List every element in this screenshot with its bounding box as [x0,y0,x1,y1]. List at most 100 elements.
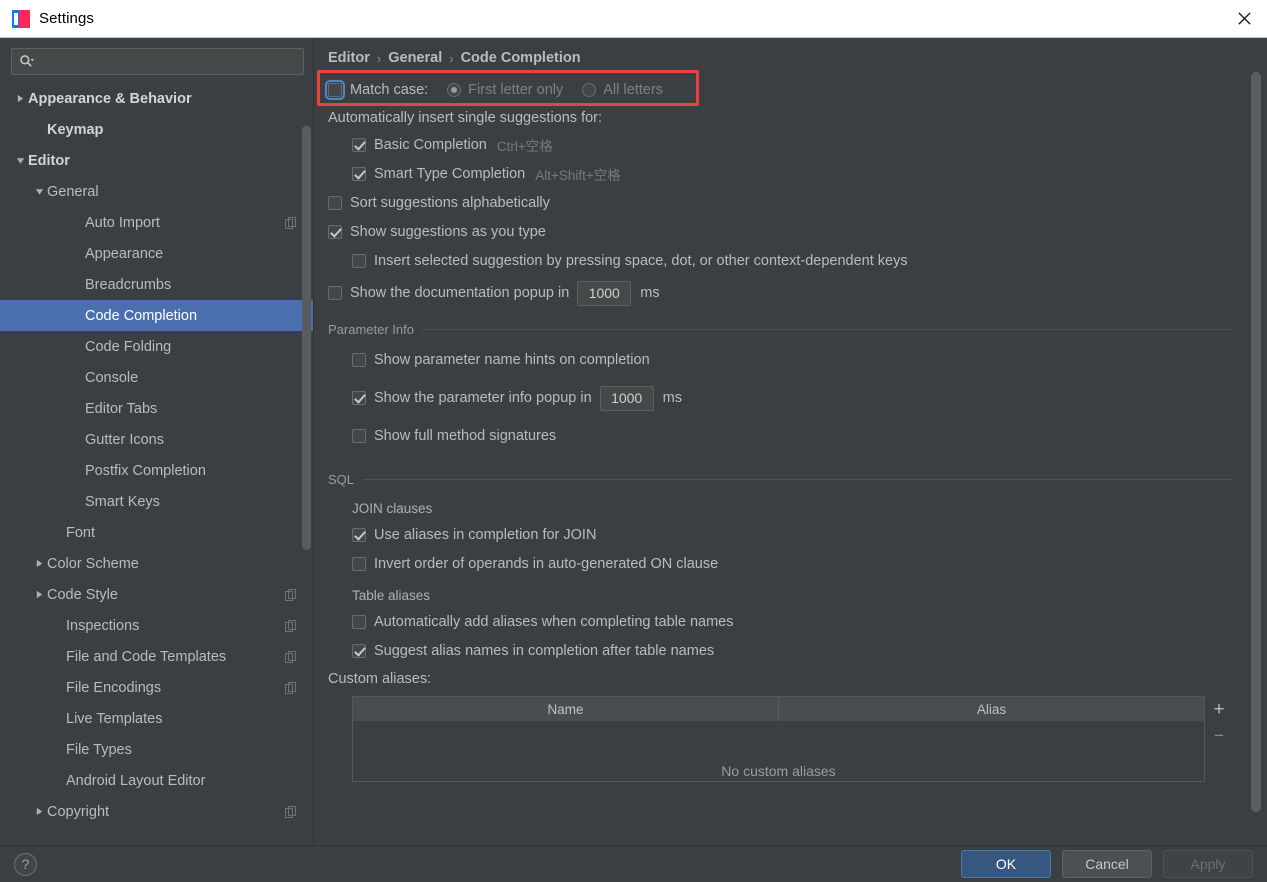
sidebar-item-code-completion[interactable]: Code Completion [0,300,313,331]
sidebar-item-label: Appearance & Behavior [28,90,192,107]
smart-type-completion-row[interactable]: Smart Type Completion Alt+Shift+空格 [352,159,1233,188]
sidebar-item-font[interactable]: Font [0,517,313,548]
chevron-right-icon[interactable] [31,559,47,568]
sort-suggestions-label: Sort suggestions alphabetically [350,194,550,211]
copy-settings-icon[interactable] [285,650,299,663]
param-popup-checkbox[interactable] [352,391,366,405]
sidebar-item-file-types[interactable]: File Types [0,734,313,765]
breadcrumb-part-2[interactable]: General [388,50,442,66]
chevron-right-icon[interactable] [31,807,47,816]
settings-tree[interactable]: Appearance & Behavior Keymap Editor General… [0,81,313,845]
sidebar-item-general[interactable]: General [0,176,313,207]
suggest-alias-names-row[interactable]: Suggest alias names in completion after … [352,636,1233,665]
content-scrollbar[interactable] [1251,44,1261,839]
first-letter-only-radio[interactable] [447,82,462,97]
sidebar-item-keymap[interactable]: Keymap [0,114,313,145]
table-empty-state: No custom aliases [721,763,836,779]
sidebar-item-editor-tabs[interactable]: Editor Tabs [0,393,313,424]
search-box[interactable] [11,48,304,75]
auto-add-aliases-checkbox[interactable] [352,614,366,629]
sidebar-item-label: Console [85,369,139,386]
cancel-button[interactable]: Cancel [1062,850,1152,878]
sidebar-item-live-templates[interactable]: Live Templates [0,703,313,734]
show-suggestions-row[interactable]: Show suggestions as you type [328,217,1233,246]
basic-completion-row[interactable]: Basic Completion Ctrl+空格 [352,130,1233,159]
sidebar-item-inspections[interactable]: Inspections [0,610,313,641]
chevron-right-icon[interactable] [12,94,28,103]
breadcrumb-part-3[interactable]: Code Completion [461,50,581,66]
sidebar-item-code-style[interactable]: Code Style [0,579,313,610]
auto-add-aliases-row[interactable]: Automatically add aliases when completin… [352,607,1233,636]
full-signatures-checkbox[interactable] [352,429,366,443]
search-icon [19,54,34,69]
auto-insert-header-row: Automatically insert single suggestions … [328,105,1233,130]
match-case-row[interactable]: Match case: First letter only All letter… [325,74,1233,105]
sidebar-item-file-and-code-templates[interactable]: File and Code Templates [0,641,313,672]
sort-suggestions-checkbox[interactable] [328,195,342,210]
close-icon[interactable] [1221,0,1267,37]
sidebar-item-label: Auto Import [85,214,160,231]
show-suggestions-checkbox[interactable] [328,224,342,239]
full-signatures-row[interactable]: Show full method signatures [352,417,1233,455]
match-case-checkbox[interactable] [325,79,345,100]
remove-alias-button[interactable]: − [1206,722,1232,748]
copy-settings-icon[interactable] [285,216,299,229]
use-aliases-join-row[interactable]: Use aliases in completion for JOIN [352,520,1233,549]
sidebar-scrollbar[interactable] [302,126,311,550]
sidebar-item-copyright[interactable]: Copyright [0,796,313,827]
smart-type-completion-checkbox[interactable] [352,166,366,181]
param-hints-row[interactable]: Show parameter name hints on completion [352,341,1233,379]
section-divider [422,329,1233,330]
custom-aliases-table[interactable]: Name Alias No custom aliases [352,696,1205,782]
insert-selected-row[interactable]: Insert selected suggestion by pressing s… [352,246,1233,275]
sidebar-item-file-encodings[interactable]: File Encodings [0,672,313,703]
parameter-info-section-title: Parameter Info [328,322,1233,337]
invert-operands-row[interactable]: Invert order of operands in auto-generat… [352,549,1233,578]
ok-button[interactable]: OK [961,850,1051,878]
chevron-down-icon[interactable] [12,156,28,165]
insert-selected-checkbox[interactable] [352,253,366,268]
sidebar-item-smart-keys[interactable]: Smart Keys [0,486,313,517]
sidebar-item-color-scheme[interactable]: Color Scheme [0,548,313,579]
sidebar-item-appearance-behavior[interactable]: Appearance & Behavior [0,83,313,114]
breadcrumb-part-1[interactable]: Editor [328,50,370,66]
sidebar-item-editor[interactable]: Editor [0,145,313,176]
copy-settings-icon[interactable] [285,681,299,694]
sidebar-item-breadcrumbs[interactable]: Breadcrumbs [0,269,313,300]
doc-popup-row[interactable]: Show the documentation popup in ms [328,275,1233,311]
sql-title-text: SQL [328,472,355,487]
sidebar-item-auto-import[interactable]: Auto Import [0,207,313,238]
param-hints-checkbox[interactable] [352,353,366,367]
chevron-down-icon[interactable] [31,187,47,196]
sidebar-item-android-layout-editor[interactable]: Android Layout Editor [0,765,313,796]
sidebar-item-postfix-completion[interactable]: Postfix Completion [0,455,313,486]
search-input[interactable] [38,53,296,70]
use-aliases-join-checkbox[interactable] [352,527,366,542]
all-letters-radio[interactable] [582,82,597,97]
sidebar-item-label: Code Style [47,586,118,603]
column-header-alias[interactable]: Alias [779,697,1204,721]
chevron-right-icon[interactable] [31,590,47,599]
basic-completion-checkbox[interactable] [352,137,366,152]
copy-settings-icon[interactable] [285,588,299,601]
sidebar-item-label: Code Completion [85,307,198,324]
doc-popup-delay-input[interactable] [577,280,632,306]
sidebar-item-console[interactable]: Console [0,362,313,393]
copy-settings-icon[interactable] [285,619,299,632]
param-popup-delay-input[interactable] [599,385,654,411]
help-button[interactable]: ? [14,852,37,876]
add-alias-button[interactable]: + [1206,696,1232,722]
suggest-alias-names-checkbox[interactable] [352,643,366,658]
sidebar-item-label: Editor [28,152,70,169]
parameter-info-title-text: Parameter Info [328,322,414,337]
doc-popup-checkbox[interactable] [328,286,342,300]
sidebar-item-appearance[interactable]: Appearance [0,238,313,269]
copy-settings-icon[interactable] [285,805,299,818]
sort-suggestions-row[interactable]: Sort suggestions alphabetically [328,188,1233,217]
param-popup-row[interactable]: Show the parameter info popup in ms [352,379,1233,417]
invert-operands-checkbox[interactable] [352,556,366,571]
column-header-name[interactable]: Name [353,697,779,721]
sidebar-item-label: Gutter Icons [85,431,164,448]
sidebar-item-code-folding[interactable]: Code Folding [0,331,313,362]
sidebar-item-gutter-icons[interactable]: Gutter Icons [0,424,313,455]
